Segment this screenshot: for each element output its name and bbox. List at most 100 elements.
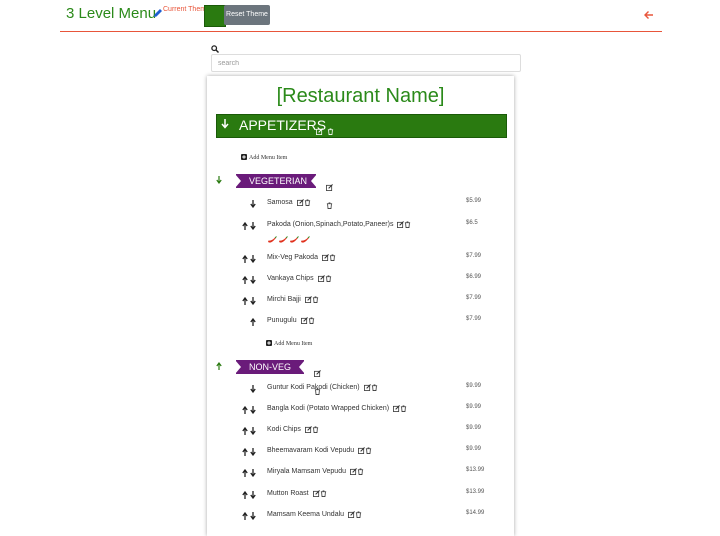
- edit-icon[interactable]: [314, 370, 321, 377]
- item-name[interactable]: Mamsam Keema Undalu: [267, 511, 344, 518]
- move-down-icon[interactable]: [241, 200, 257, 208]
- item-name[interactable]: Mix-Veg Pakoda: [267, 254, 318, 261]
- move-up-down-icon[interactable]: [241, 491, 257, 499]
- delete-icon[interactable]: [355, 511, 362, 518]
- delete-icon[interactable]: [329, 254, 336, 261]
- move-up-down-icon[interactable]: [241, 469, 257, 477]
- item-price: $7.99: [466, 316, 482, 322]
- add-menu-item-button[interactable]: Add Menu Item: [241, 154, 287, 161]
- item-price: $9.99: [466, 446, 482, 452]
- edit-icon[interactable]: [363, 384, 371, 391]
- item-price: $9.99: [466, 404, 482, 410]
- item-name[interactable]: Mutton Roast: [267, 490, 309, 497]
- menu-item-row: Bangla Kodi (Potato Wrapped Chicken) $9.…: [207, 403, 514, 423]
- delete-icon[interactable]: [365, 447, 372, 454]
- menu-item-row: Punugulu $7.99: [207, 315, 514, 335]
- item-price: $6.5: [466, 220, 478, 226]
- item-price: $5.99: [466, 198, 482, 204]
- delete-icon[interactable]: [371, 384, 378, 391]
- menu-card: [Restaurant Name] APPETIZERS Add Menu It…: [207, 76, 514, 536]
- item-name[interactable]: Mirchi Bajji: [267, 296, 301, 303]
- menu-item-row: Mirchi Bajji $7.99: [207, 294, 514, 314]
- item-name[interactable]: Kodi Chips: [267, 426, 301, 433]
- delete-icon[interactable]: [304, 199, 311, 206]
- item-name[interactable]: Bangla Kodi (Potato Wrapped Chicken): [267, 405, 389, 412]
- edit-icon[interactable]: [304, 426, 312, 433]
- spice-level: [267, 231, 311, 243]
- back-arrow-icon[interactable]: [643, 9, 655, 21]
- edit-icon[interactable]: [326, 184, 333, 191]
- search-input[interactable]: [211, 54, 521, 72]
- item-name[interactable]: Pakoda (Onion,Spinach,Potato,Paneer)s: [267, 221, 393, 228]
- move-down-icon[interactable]: [216, 176, 222, 184]
- move-down-icon[interactable]: [241, 385, 257, 393]
- delete-icon[interactable]: [404, 221, 411, 228]
- move-up-down-icon[interactable]: [241, 448, 257, 456]
- move-up-icon[interactable]: [241, 318, 257, 326]
- move-up-down-icon[interactable]: [241, 427, 257, 435]
- menu-item-row: Pakoda (Onion,Spinach,Potato,Paneer)s $6…: [207, 219, 514, 247]
- edit-icon[interactable]: [322, 254, 329, 261]
- chili-pepper-icon: [290, 236, 299, 243]
- move-up-icon[interactable]: [216, 362, 222, 370]
- top-bar: 3 Level Menu Current Theme Reset Theme: [60, 0, 662, 32]
- delete-icon[interactable]: [325, 275, 332, 282]
- edit-icon[interactable]: [316, 128, 323, 135]
- pencil-icon[interactable]: [153, 8, 163, 18]
- item-price: $13.99: [466, 489, 485, 495]
- item-price: $13.99: [466, 467, 485, 473]
- item-name[interactable]: Guntur Kodi Pakodi (Chicken): [267, 384, 360, 391]
- menu-item-row: Mutton Roast $13.99: [207, 488, 514, 508]
- delete-icon[interactable]: [327, 128, 334, 135]
- plus-icon: [241, 154, 247, 160]
- move-down-icon[interactable]: [221, 119, 229, 129]
- plus-icon: [266, 340, 272, 346]
- move-up-down-icon[interactable]: [241, 406, 257, 414]
- menu-item-row: Samosa $5.99: [207, 197, 514, 217]
- move-up-down-icon[interactable]: [241, 276, 257, 284]
- item-price: $9.99: [466, 383, 482, 389]
- edit-icon[interactable]: [312, 490, 320, 497]
- item-name[interactable]: Samosa: [267, 199, 293, 206]
- delete-icon[interactable]: [400, 405, 407, 412]
- menu-item-row: Mamsam Keema Undalu $14.99: [207, 509, 514, 529]
- item-price: $9.99: [466, 425, 482, 431]
- delete-icon[interactable]: [357, 468, 364, 475]
- search-icon: [211, 45, 219, 53]
- edit-icon[interactable]: [397, 221, 405, 228]
- add-menu-item-button[interactable]: Add Menu Item: [266, 340, 312, 347]
- section-ribbon: VEGETERIAN: [235, 174, 317, 188]
- move-up-down-icon[interactable]: [241, 255, 257, 263]
- item-name[interactable]: Miryala Mamsam Vepudu: [267, 468, 346, 475]
- item-name[interactable]: Vankaya Chips: [267, 275, 314, 282]
- edit-icon[interactable]: [317, 275, 325, 282]
- menu-item-row: Vankaya Chips $6.99: [207, 273, 514, 293]
- edit-icon[interactable]: [348, 511, 355, 518]
- delete-icon[interactable]: [320, 490, 327, 497]
- restaurant-name[interactable]: [Restaurant Name]: [207, 85, 514, 108]
- move-up-down-icon[interactable]: [241, 222, 257, 230]
- move-up-down-icon[interactable]: [241, 297, 257, 305]
- menu-item-row: Guntur Kodi Pakodi (Chicken) $9.99: [207, 382, 514, 402]
- menu-item-row: Kodi Chips $9.99: [207, 424, 514, 444]
- item-name[interactable]: Punugulu: [267, 317, 297, 324]
- edit-icon[interactable]: [300, 317, 308, 324]
- menu-item-row: Bheemavaram Kodi Vepudu $9.99: [207, 445, 514, 465]
- edit-icon[interactable]: [350, 468, 357, 475]
- move-up-down-icon[interactable]: [241, 512, 257, 520]
- edit-icon[interactable]: [393, 405, 400, 412]
- delete-icon[interactable]: [308, 317, 315, 324]
- chili-pepper-icon: [301, 236, 310, 243]
- item-price: $6.99: [466, 274, 482, 280]
- delete-icon[interactable]: [312, 296, 319, 303]
- delete-icon[interactable]: [312, 426, 319, 433]
- edit-icon[interactable]: [296, 199, 304, 206]
- section-ribbon: NON-VEG: [235, 360, 305, 374]
- item-name[interactable]: Bheemavaram Kodi Vepudu: [267, 447, 354, 454]
- item-price: $7.99: [466, 295, 482, 301]
- theme-color-swatch[interactable]: [204, 5, 226, 27]
- edit-icon[interactable]: [358, 447, 366, 454]
- reset-theme-button[interactable]: Reset Theme: [224, 5, 270, 25]
- level1-category-bar: APPETIZERS: [216, 114, 507, 138]
- edit-icon[interactable]: [304, 296, 312, 303]
